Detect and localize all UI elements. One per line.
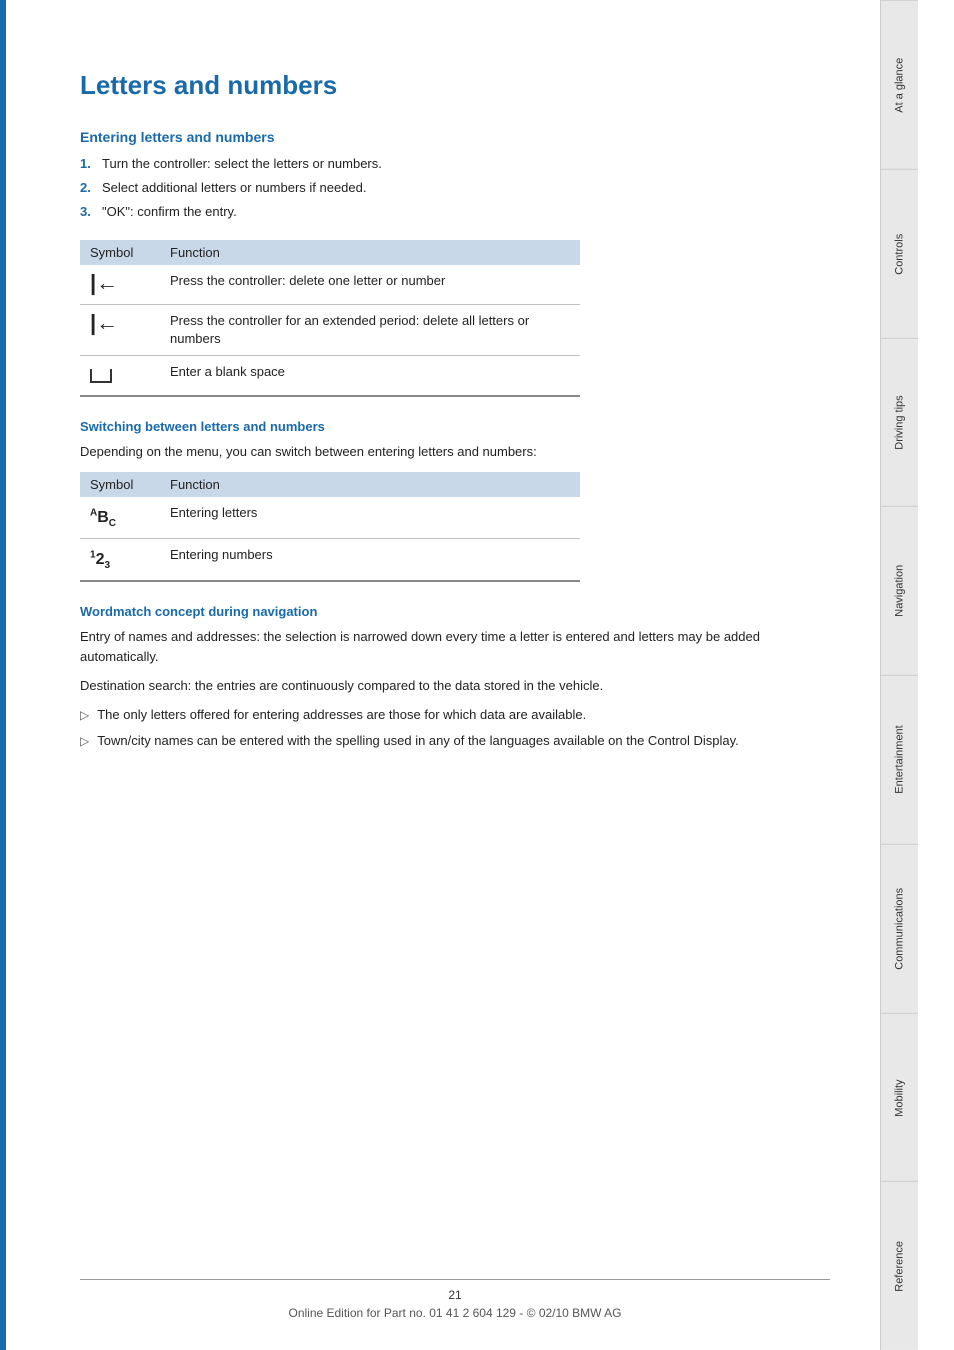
tab-controls[interactable]: Controls [881,169,918,338]
entering-col2: Function [160,240,580,265]
wordmatch-bullets: ▷ The only letters offered for entering … [80,706,840,750]
step-1-num: 1. [80,155,98,173]
entering-col1: Symbol [80,240,160,265]
tab-entertainment-label: Entertainment [894,726,906,794]
wordmatch-heading: Wordmatch concept during navigation [80,604,840,619]
bullet-2: ▷ Town/city names can be entered with th… [80,732,840,750]
bullet-1-text: The only letters offered for entering ad… [97,706,586,724]
tab-mobility-label: Mobility [894,1079,906,1116]
switching-heading: Switching between letters and numbers [80,419,840,434]
symbol-delete2: |← [80,304,160,355]
tab-at-a-glance[interactable]: At a glance [881,0,918,169]
table-row: 123 Entering numbers [80,539,580,582]
symbol-123: 123 [80,539,160,582]
blank-space-icon [90,369,112,383]
page-container: Letters and numbers Entering letters and… [0,0,954,1350]
step-3-num: 3. [80,203,98,221]
entering-table: Symbol Function |← Press the controller:… [80,240,580,398]
tab-communications-label: Communications [894,888,906,970]
step-1-text: Turn the controller: select the letters … [102,155,382,173]
tab-driving-tips[interactable]: Driving tips [881,338,918,507]
entering-steps: 1. Turn the controller: select the lette… [80,155,840,222]
function-blank: Enter a blank space [160,356,580,397]
arrow-icon-2: ▷ [80,733,89,750]
table-row: ABC Entering letters [80,497,580,539]
step-2-text: Select additional letters or numbers if … [102,179,367,197]
tab-driving-tips-label: Driving tips [894,395,906,449]
tab-mobility[interactable]: Mobility [881,1013,918,1182]
step-3-text: "OK": confirm the entry. [102,203,237,221]
tab-navigation[interactable]: Navigation [881,506,918,675]
function-delete2: Press the controller for an extended per… [160,304,580,355]
symbol-blank [80,356,160,397]
bullet-2-text: Town/city names can be entered with the … [97,732,738,750]
step-3: 3. "OK": confirm the entry. [80,203,840,221]
bullet-1: ▷ The only letters offered for entering … [80,706,840,724]
function-delete1: Press the controller: delete one letter … [160,265,580,305]
switching-table: Symbol Function ABC Entering letters 123… [80,472,580,582]
wordmatch-body1: Entry of names and addresses: the select… [80,627,840,666]
tab-entertainment[interactable]: Entertainment [881,675,918,844]
table-row: |← Press the controller for an extended … [80,304,580,355]
tab-reference-label: Reference [894,1241,906,1292]
footer-text: Online Edition for Part no. 01 41 2 604 … [80,1306,830,1320]
symbol-delete1: |← [80,265,160,305]
main-content: Letters and numbers Entering letters and… [0,0,880,1350]
sidebar-tabs: At a glance Controls Driving tips Naviga… [880,0,918,1350]
table-row: |← Press the controller: delete one lett… [80,265,580,305]
tab-controls-label: Controls [894,233,906,274]
table-row: Enter a blank space [80,356,580,397]
step-1: 1. Turn the controller: select the lette… [80,155,840,173]
tab-navigation-label: Navigation [894,565,906,617]
wordmatch-body2: Destination search: the entries are cont… [80,676,840,696]
arrow-icon-1: ▷ [80,707,89,724]
symbol-abc: ABC [80,497,160,539]
switching-body: Depending on the menu, you can switch be… [80,442,840,462]
entering-heading: Entering letters and numbers [80,129,840,145]
tab-reference[interactable]: Reference [881,1181,918,1350]
switching-col2: Function [160,472,580,497]
footer: 21 Online Edition for Part no. 01 41 2 6… [80,1279,830,1320]
tab-communications[interactable]: Communications [881,844,918,1013]
function-abc: Entering letters [160,497,580,539]
page-number: 21 [80,1288,830,1302]
function-123: Entering numbers [160,539,580,582]
step-2-num: 2. [80,179,98,197]
page-title: Letters and numbers [80,70,840,101]
step-2: 2. Select additional letters or numbers … [80,179,840,197]
tab-at-a-glance-label: At a glance [894,57,906,112]
switching-col1: Symbol [80,472,160,497]
